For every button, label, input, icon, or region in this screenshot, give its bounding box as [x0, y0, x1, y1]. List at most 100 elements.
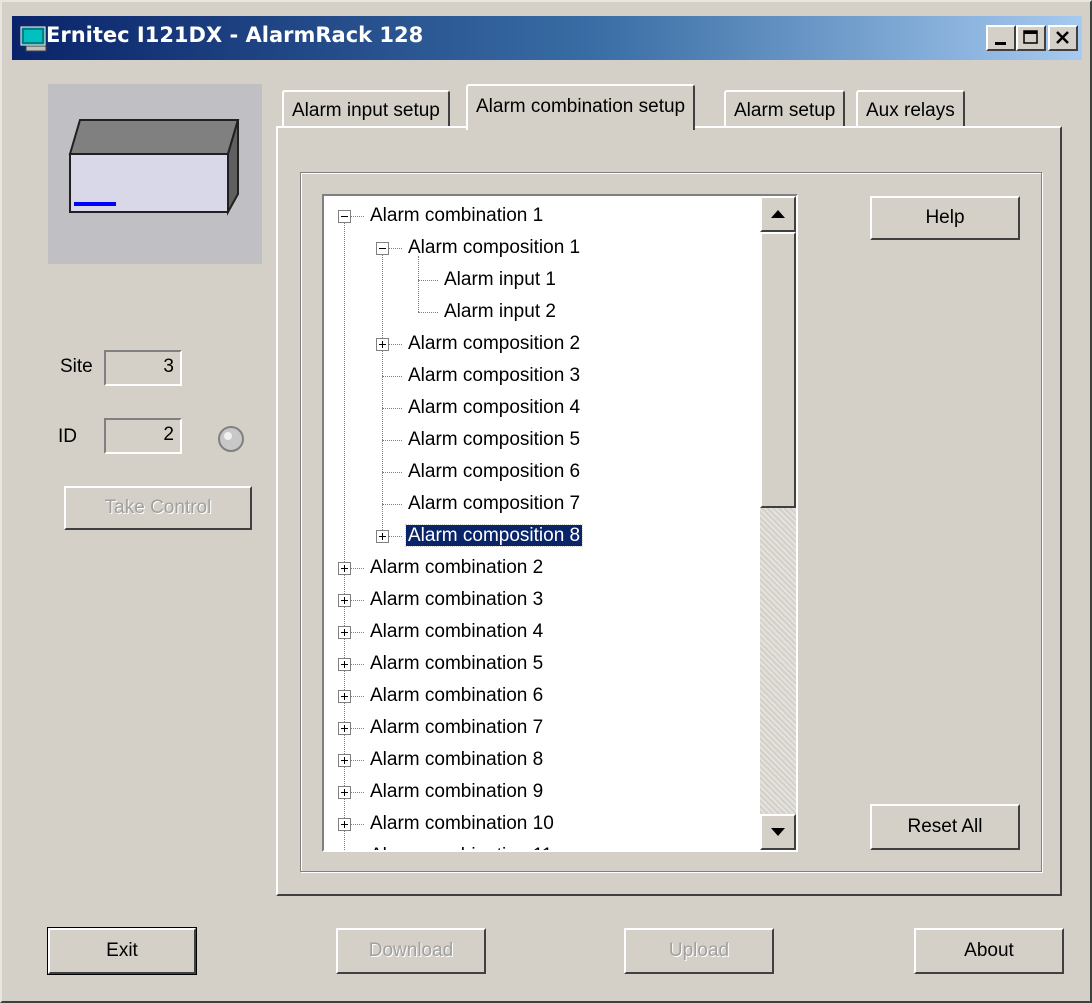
- plus-icon: [341, 725, 348, 732]
- scroll-up-button[interactable]: [760, 196, 796, 232]
- tree-body: Alarm combination 1 Alarm composition 1 Al…: [324, 196, 760, 850]
- id-label: ID: [58, 426, 77, 447]
- plus-icon: [341, 597, 348, 604]
- minimize-icon: [995, 42, 1006, 45]
- tree-scrollbar[interactable]: [760, 196, 796, 850]
- scroll-up-icon: [771, 210, 785, 218]
- tree-expand-toggle[interactable]: [338, 658, 351, 671]
- tree-item[interactable]: Alarm composition 8: [404, 520, 584, 552]
- tree-expand-toggle[interactable]: [338, 562, 351, 575]
- device-image: [48, 84, 262, 264]
- tree-item[interactable]: Alarm combination 7: [368, 712, 545, 744]
- scroll-down-button[interactable]: [760, 814, 796, 850]
- tree-expand-toggle[interactable]: [338, 690, 351, 703]
- help-button[interactable]: Help: [870, 196, 1020, 240]
- tree-item[interactable]: Alarm combination 8: [368, 744, 545, 776]
- tree-item-label: Alarm input 2: [444, 301, 556, 322]
- tab-alarm-combination-setup[interactable]: Alarm combination setup: [466, 84, 696, 130]
- scroll-down-icon: [771, 828, 785, 836]
- tree-connector: [382, 440, 402, 441]
- device-icon: [68, 119, 240, 216]
- tree-item[interactable]: Alarm composition 6: [406, 456, 582, 488]
- tree-item[interactable]: Alarm combination 10: [368, 808, 556, 840]
- tree-item[interactable]: Alarm composition 1: [406, 232, 582, 264]
- tree-item-label: Alarm combination 5: [370, 653, 544, 674]
- plus-icon: [341, 821, 348, 828]
- tree-item-label: Alarm composition 3: [408, 365, 581, 386]
- title-bar[interactable]: Ernitec I121DX - AlarmRack 128: [12, 16, 1082, 60]
- app-window: Ernitec I121DX - AlarmRack 128 Site 3 ID…: [0, 0, 1092, 1003]
- tree-connector: [418, 256, 419, 312]
- tree-item-label: Alarm combination 2: [370, 557, 544, 578]
- tree-collapse-toggle[interactable]: [376, 242, 389, 255]
- tree-item-label: Alarm combination 9: [370, 781, 544, 802]
- tree-item-label: Alarm combination 7: [370, 717, 544, 738]
- tree-item[interactable]: Alarm combination 3: [368, 584, 545, 616]
- download-button[interactable]: Download: [336, 928, 486, 974]
- tree-item[interactable]: Alarm combination 4: [368, 616, 545, 648]
- upload-button[interactable]: Upload: [624, 928, 774, 974]
- tree-item-label: Alarm composition 7: [408, 493, 581, 514]
- tree-item-label: Alarm composition 4: [408, 397, 581, 418]
- tree-item-label: Alarm composition 8: [404, 524, 584, 547]
- tree-connector: [418, 312, 438, 313]
- tree-item[interactable]: Alarm combination 5: [368, 648, 545, 680]
- tree-item[interactable]: Alarm composition 4: [406, 392, 582, 424]
- tree-connector: [382, 376, 402, 377]
- tree-item-label: Alarm composition 6: [408, 461, 581, 482]
- maximize-button[interactable]: [1016, 25, 1046, 51]
- tree-item[interactable]: Alarm composition 3: [406, 360, 582, 392]
- site-label: Site: [60, 356, 93, 377]
- minus-icon: [379, 248, 386, 249]
- minus-icon: [341, 216, 348, 217]
- plus-icon: [341, 757, 348, 764]
- window-title: Ernitec I121DX - AlarmRack 128: [46, 23, 424, 47]
- site-field[interactable]: 3: [104, 350, 182, 386]
- tree-item[interactable]: Alarm composition 2: [406, 328, 582, 360]
- tree-item[interactable]: Alarm combination 6: [368, 680, 545, 712]
- tree-item-label: Alarm combination 6: [370, 685, 544, 706]
- tree-expand-toggle[interactable]: [338, 722, 351, 735]
- tree-item[interactable]: Alarm combination 11: [368, 840, 554, 850]
- tab-alarm-setup[interactable]: Alarm setup: [724, 90, 846, 128]
- alarm-tree-view[interactable]: Alarm combination 1 Alarm composition 1 Al…: [322, 194, 798, 852]
- tree-item-label: Alarm combination 4: [370, 621, 544, 642]
- tree-expand-toggle[interactable]: [338, 818, 351, 831]
- scroll-thumb[interactable]: [760, 232, 796, 508]
- minimize-button[interactable]: [986, 25, 1016, 51]
- tree-collapse-toggle[interactable]: [338, 210, 351, 223]
- tree-item[interactable]: Alarm input 2: [442, 296, 558, 328]
- tree-item[interactable]: Alarm composition 5: [406, 424, 582, 456]
- tree-expand-toggle[interactable]: [338, 754, 351, 767]
- tree-item-label: Alarm composition 1: [408, 237, 581, 258]
- tree-expand-toggle[interactable]: [338, 786, 351, 799]
- about-button[interactable]: About: [914, 928, 1064, 974]
- id-field[interactable]: 2: [104, 418, 182, 454]
- tree-item[interactable]: Alarm composition 7: [406, 488, 582, 520]
- tree-item-label: Alarm combination 1: [370, 205, 544, 226]
- maximize-icon: [1023, 30, 1038, 44]
- tab-alarm-input-setup[interactable]: Alarm input setup: [282, 90, 450, 128]
- tab-aux-relays[interactable]: Aux relays: [856, 90, 965, 128]
- tree-item[interactable]: Alarm combination 1: [368, 200, 545, 232]
- reset-all-button[interactable]: Reset All: [870, 804, 1020, 850]
- tree-item-label: Alarm composition 5: [408, 429, 581, 450]
- take-control-button[interactable]: Take Control: [64, 486, 252, 530]
- tree-item[interactable]: Alarm input 1: [442, 264, 558, 296]
- exit-button[interactable]: Exit: [47, 927, 197, 975]
- tree-expand-toggle[interactable]: [376, 338, 389, 351]
- plus-icon: [341, 661, 348, 668]
- plus-icon: [341, 629, 348, 636]
- close-icon: [1056, 31, 1069, 44]
- plus-icon: [341, 565, 348, 572]
- close-button[interactable]: [1048, 25, 1078, 51]
- tree-expand-toggle[interactable]: [338, 626, 351, 639]
- tree-item-label: Alarm combination 10: [370, 813, 554, 834]
- tree-connector: [382, 248, 383, 536]
- tree-expand-toggle[interactable]: [376, 530, 389, 543]
- tree-item[interactable]: Alarm combination 9: [368, 776, 545, 808]
- tree-item-label: Alarm combination 11: [368, 845, 554, 850]
- tree-item[interactable]: Alarm combination 2: [368, 552, 545, 584]
- tree-connector: [382, 472, 402, 473]
- tree-expand-toggle[interactable]: [338, 594, 351, 607]
